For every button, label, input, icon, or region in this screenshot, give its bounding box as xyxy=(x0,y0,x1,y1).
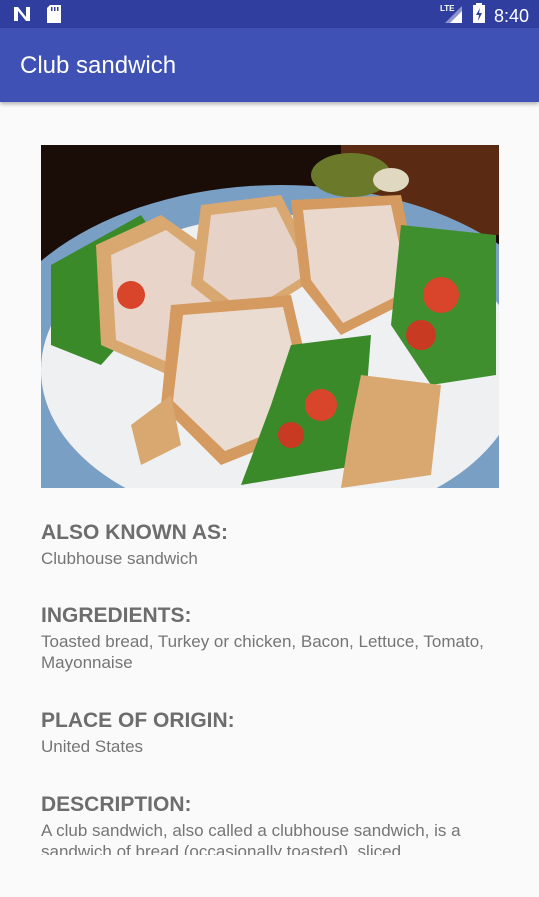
section-title: PLACE OF ORIGIN: xyxy=(41,709,235,732)
section-place-of-origin: PLACE OF ORIGIN: United States xyxy=(41,708,501,757)
section-description: DESCRIPTION: A club sandwich, also calle… xyxy=(41,792,501,855)
signal-icon: LTE xyxy=(440,2,464,29)
network-type-label: LTE xyxy=(440,4,455,13)
app-bar: Club sandwich xyxy=(0,28,539,102)
detail-scroll-view[interactable]: ALSO KNOWN AS: Clubhouse sandwich INGRED… xyxy=(0,102,539,855)
club-sandwich-photo xyxy=(41,145,499,488)
dish-image xyxy=(41,145,499,488)
notification-n-icon xyxy=(12,5,32,28)
sd-card-icon xyxy=(46,4,62,29)
battery-charging-icon xyxy=(472,2,486,29)
section-also-known-as: ALSO KNOWN AS: Clubhouse sandwich xyxy=(41,520,501,569)
section-ingredients: INGREDIENTS: Toasted bread, Turkey or ch… xyxy=(41,603,501,673)
page-title: Club sandwich xyxy=(20,52,177,79)
section-value: A club sandwich, also called a clubhouse… xyxy=(41,821,461,855)
section-title: INGREDIENTS: xyxy=(41,604,192,627)
section-title: DESCRIPTION: xyxy=(41,793,192,816)
status-bar: LTE 8:40 xyxy=(0,0,539,28)
section-value: Clubhouse sandwich xyxy=(41,549,198,568)
section-title: ALSO KNOWN AS: xyxy=(41,521,229,544)
section-value: United States xyxy=(41,737,144,756)
status-time: 8:40 xyxy=(493,5,529,26)
section-value: Toasted bread, Turkey or chicken, Bacon,… xyxy=(41,632,484,672)
